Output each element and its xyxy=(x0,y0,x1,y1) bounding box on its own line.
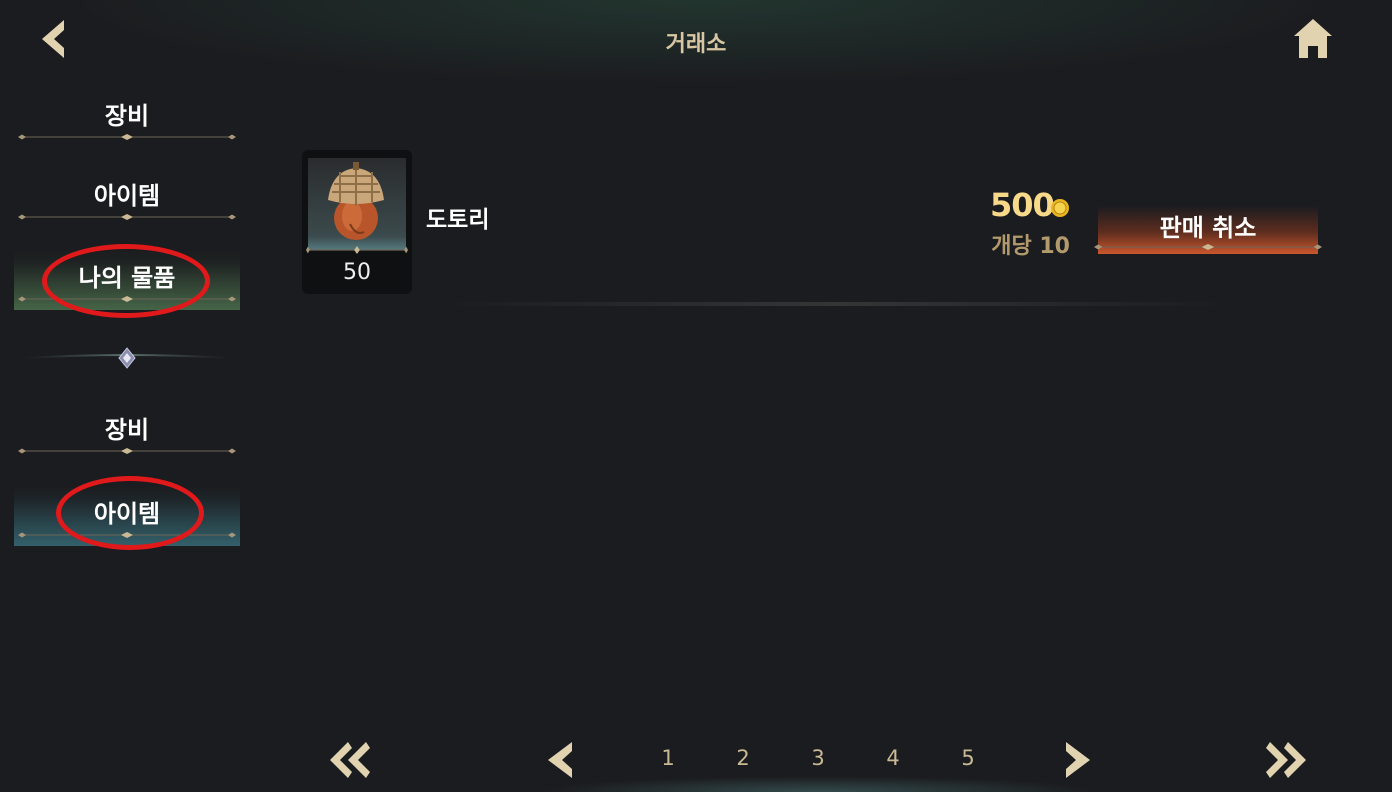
page-number[interactable]: 1 xyxy=(653,746,683,770)
ornament-divider xyxy=(1094,244,1322,250)
double-chevron-left-icon xyxy=(330,742,370,778)
acorn-icon xyxy=(328,162,384,240)
sidebar-item-label: 장비 xyxy=(104,416,150,444)
sidebar-item-equipment[interactable]: 장비 xyxy=(14,88,240,148)
sidebar-item-items-2[interactable]: 아이템 xyxy=(14,486,240,546)
double-chevron-right-icon xyxy=(1266,742,1306,778)
sidebar-item-label: 나의 물품 xyxy=(78,264,176,292)
page-title: 거래소 xyxy=(665,32,727,57)
ornament-divider xyxy=(18,532,236,538)
sidebar-item-my-items[interactable]: 나의 물품 xyxy=(14,250,240,310)
sidebar-item-equipment-2[interactable]: 장비 xyxy=(14,402,240,462)
home-icon xyxy=(1294,19,1332,58)
sidebar-item-label: 아이템 xyxy=(93,182,161,210)
chevron-right-icon xyxy=(1066,742,1090,778)
cancel-sale-label: 판매 취소 xyxy=(1159,214,1257,242)
chevron-left-icon xyxy=(548,742,572,778)
ornament-divider xyxy=(18,296,236,302)
ornament-divider xyxy=(306,246,408,254)
per-unit-price: 개당 10 xyxy=(991,234,1070,259)
cancel-sale-button[interactable]: 판매 취소 xyxy=(1098,206,1318,254)
next-page-button[interactable] xyxy=(1054,738,1104,782)
prev-page-button[interactable] xyxy=(540,738,590,782)
page-number[interactable]: 5 xyxy=(953,746,983,770)
ornament-divider xyxy=(18,448,236,454)
listing-row: 50 도토리 500 개당 10 판매 취소 xyxy=(296,140,1336,310)
sidebar-item-label: 아이템 xyxy=(93,500,161,528)
page-number[interactable]: 4 xyxy=(878,746,908,770)
item-quantity: 50 xyxy=(343,260,371,285)
last-page-button[interactable] xyxy=(1262,738,1312,782)
item-name: 도토리 xyxy=(426,207,490,233)
item-slot[interactable]: 50 xyxy=(302,150,412,294)
pager-glow xyxy=(540,776,1100,792)
gold-coin-icon xyxy=(1051,199,1069,217)
ornament-divider xyxy=(18,214,236,220)
pagination: 1 2 3 4 5 xyxy=(0,728,1392,792)
top-bar: 거래소 xyxy=(0,0,1392,80)
sidebar-item-label: 장비 xyxy=(104,102,150,130)
sidebar-item-items[interactable]: 아이템 xyxy=(14,168,240,228)
page-number[interactable]: 2 xyxy=(728,746,758,770)
row-divider xyxy=(446,302,1226,306)
listing-price: 500 xyxy=(990,186,1055,224)
ornament-divider xyxy=(18,134,236,140)
home-button[interactable] xyxy=(1288,14,1338,64)
page-number[interactable]: 3 xyxy=(803,746,833,770)
first-page-button[interactable] xyxy=(326,738,376,782)
section-separator xyxy=(23,347,231,369)
